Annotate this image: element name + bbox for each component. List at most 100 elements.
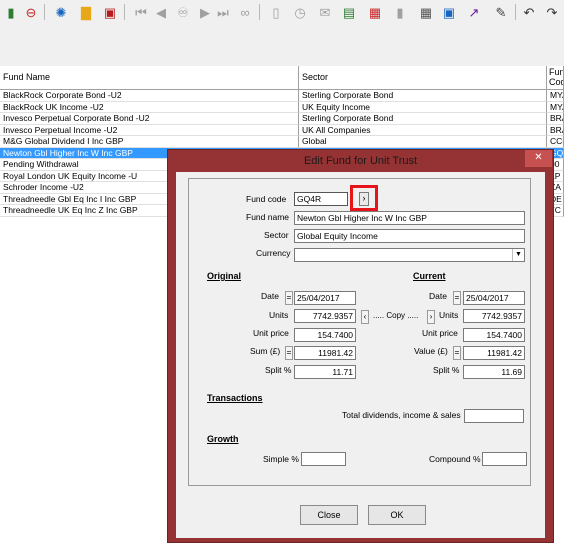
original-sum-equals-button[interactable]: =: [285, 346, 293, 360]
calculator-icon[interactable]: ▦: [417, 3, 435, 21]
toolbar-separator: [259, 4, 260, 20]
cylinder-icon[interactable]: ▮: [391, 3, 409, 21]
table-cell-sector: UK Equity Income: [299, 101, 547, 113]
book-icon[interactable]: ✎: [492, 3, 510, 21]
original-unit-price-label: Unit price: [253, 328, 289, 338]
current-date-equals-button[interactable]: =: [453, 291, 461, 305]
open-book-icon[interactable]: ▮: [2, 3, 20, 21]
column-header-fund-code-line1: Fund: [549, 67, 563, 77]
current-value-equals-button[interactable]: =: [453, 346, 461, 360]
total-dividends-field[interactable]: [464, 409, 524, 423]
exit-icon[interactable]: ⊖: [22, 3, 40, 21]
table-row[interactable]: Invesco Perpetual Income -U2 UK All Compa…: [0, 124, 564, 136]
table-cell-sector: UK All Companies: [299, 124, 547, 136]
original-unit-price-field[interactable]: 154.7400: [294, 328, 356, 342]
chart-icon[interactable]: ▤: [340, 3, 358, 21]
redo-icon[interactable]: ↷: [543, 3, 561, 21]
original-sum-field[interactable]: 11981.42: [294, 346, 356, 360]
table-cell-name: M&G Global Dividend I Inc GBP: [0, 136, 299, 148]
table-cell-name: BlackRock UK Income -U2: [0, 101, 299, 113]
toolbar: ▮ ⊖ ✺ ▇ ▣ ⏮ ◀ ♾ ▶ ⏭ ∞ ▯ ◷ ✉ ▤ ▦ ▮ ▦ ▣ ↗ …: [0, 0, 564, 25]
current-heading: Current: [413, 271, 446, 281]
chevron-down-icon[interactable]: ▼: [512, 249, 524, 261]
table-row[interactable]: BlackRock UK Income -U2 UK Equity Income M…: [0, 101, 564, 113]
current-units-label: Units: [439, 310, 459, 320]
current-value-field[interactable]: 11981.42: [463, 346, 525, 360]
close-icon[interactable]: ✕: [525, 150, 552, 167]
original-split-field[interactable]: 11.71: [294, 365, 356, 379]
bin-icon[interactable]: ▇: [77, 3, 95, 21]
table-row[interactable]: Invesco Perpetual Corporate Bond -U2 Ster…: [0, 113, 564, 125]
close-button[interactable]: Close: [300, 505, 358, 525]
table-cell-code: BRA: [547, 113, 564, 125]
simple-growth-field[interactable]: [301, 452, 346, 466]
prev-icon[interactable]: ◀: [152, 3, 170, 21]
original-date-equals-button[interactable]: =: [285, 291, 293, 305]
copy-right-button[interactable]: ›: [427, 310, 435, 324]
fund-details-group: Fund code GQ4R › Fund name Newton Gbl Hi…: [188, 178, 531, 486]
sector-field[interactable]: Global Equity Income: [294, 229, 525, 243]
currency-select[interactable]: ▼: [294, 248, 525, 262]
table-cell-code: CCB: [547, 136, 564, 148]
table-cell-name: Invesco Perpetual Corporate Bond -U2: [0, 113, 299, 125]
binoculars-icon[interactable]: ♾: [174, 3, 192, 21]
sun-icon[interactable]: ✺: [52, 3, 70, 21]
column-header-fund-name[interactable]: Fund Name: [0, 66, 299, 90]
table-cell-sector: Sterling Corporate Bond: [299, 113, 547, 125]
original-units-label: Units: [269, 310, 289, 320]
toolbar-separator: [124, 4, 125, 20]
edit-fund-dialog: Edit Fund for Unit Trust ✕ Fund code GQ4…: [167, 149, 554, 543]
copy-left-button[interactable]: ‹: [361, 310, 369, 324]
column-header-fund-code-line2: Cod: [549, 77, 564, 87]
trend-icon[interactable]: ↗: [465, 3, 483, 21]
fund-code-field[interactable]: GQ4R: [294, 192, 348, 206]
original-heading: Original: [207, 271, 242, 281]
save-icon[interactable]: ▣: [101, 3, 119, 21]
table-cell-name: Invesco Perpetual Income -U2: [0, 124, 299, 136]
fund-code-label: Fund code: [246, 194, 287, 204]
next-icon[interactable]: ▶: [196, 3, 214, 21]
calendar-icon[interactable]: ▦: [366, 3, 384, 21]
original-date-field[interactable]: 25/04/2017: [294, 291, 356, 305]
table-cell-sector: Sterling Corporate Bond: [299, 90, 547, 102]
fund-name-label: Fund name: [246, 212, 289, 222]
page-icon[interactable]: ▯: [267, 3, 285, 21]
dialog-title: Edit Fund for Unit Trust: [303, 155, 418, 167]
current-split-label: Split %: [433, 365, 460, 375]
current-units-field[interactable]: 7742.9357: [463, 309, 525, 323]
original-split-label: Split %: [265, 365, 292, 375]
current-split-field[interactable]: 11.69: [463, 365, 525, 379]
table-cell-code: BRA: [547, 124, 564, 136]
clock-icon[interactable]: ◷: [291, 3, 309, 21]
original-sum-label: Sum (£): [250, 346, 281, 356]
compound-growth-field[interactable]: [482, 452, 527, 466]
table-cell-name: BlackRock Corporate Bond -U2: [0, 90, 299, 102]
simple-label: Simple %: [263, 454, 299, 464]
toolbar-separator: [515, 4, 516, 20]
current-date-label: Date: [429, 291, 447, 301]
fund-code-lookup-button[interactable]: ›: [359, 192, 369, 206]
dialog-body: Fund code GQ4R › Fund name Newton Gbl Hi…: [176, 172, 545, 538]
current-unit-price-field[interactable]: 154.7400: [463, 328, 525, 342]
table-row[interactable]: M&G Global Dividend I Inc GBPGlobalCCB: [0, 136, 564, 148]
fund-name-field[interactable]: Newton Gbl Higher Inc W Inc GBP: [294, 211, 525, 225]
original-units-field[interactable]: 7742.9357: [294, 309, 356, 323]
sector-label: Sector: [264, 230, 289, 240]
table-cell-sector: Global: [299, 136, 547, 148]
copy-label: ..... Copy .....: [373, 311, 419, 320]
column-header-fund-code[interactable]: Fund Cod: [547, 66, 564, 90]
undo-icon[interactable]: ↶: [520, 3, 538, 21]
glasses-icon[interactable]: ∞: [236, 3, 254, 21]
current-unit-price-label: Unit price: [422, 328, 458, 338]
table-row[interactable]: BlackRock Corporate Bond -U2 Sterling Cor…: [0, 90, 564, 102]
currency-label: Currency: [256, 248, 291, 258]
total-dividends-label: Total dividends, income & sales: [342, 410, 461, 420]
last-icon[interactable]: ⏭: [214, 3, 232, 21]
photo-icon[interactable]: ▣: [440, 3, 458, 21]
ok-button[interactable]: OK: [368, 505, 426, 525]
column-header-sector[interactable]: Sector: [299, 66, 547, 90]
first-icon[interactable]: ⏮: [132, 3, 150, 21]
current-date-field[interactable]: 25/04/2017: [463, 291, 525, 305]
post-icon[interactable]: ✉: [316, 3, 334, 21]
transactions-heading: Transactions: [207, 393, 263, 403]
